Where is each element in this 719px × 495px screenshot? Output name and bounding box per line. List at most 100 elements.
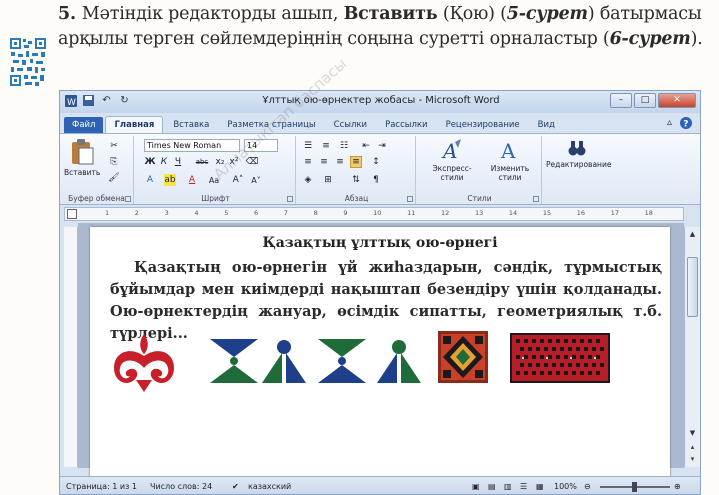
zoom-slider-thumb[interactable] [632, 482, 637, 492]
ruler-number: 18 [644, 209, 653, 217]
ornament-carpet-pattern-image[interactable] [510, 333, 610, 383]
document-page[interactable]: Қазақтың ұлттық ою-өрнегі Қазақтың ою-өр… [90, 227, 670, 487]
ornament-ram-horn-image[interactable] [110, 332, 178, 394]
font-color-icon[interactable]: A [186, 174, 198, 186]
numbering-icon[interactable]: ≡ [320, 140, 332, 152]
word-window: W ↶ ↻ Ұлттық ою-өрнектер жобасы - Micros… [59, 90, 701, 495]
font-launcher-icon[interactable] [287, 196, 293, 202]
clipboard-launcher-icon[interactable] [125, 196, 131, 202]
decrease-indent-icon[interactable]: ⇤ [360, 140, 372, 152]
font-name-box[interactable]: Times New Roman [144, 139, 240, 152]
shrink-font-icon[interactable]: A˅ [250, 174, 262, 186]
font-group: Times New Roman 14 Ж К Ч abc x₂ x² ⌫ A a… [136, 136, 296, 204]
zoom-out-icon[interactable]: ⊖ [584, 482, 591, 491]
tab-insert[interactable]: Вставка [165, 117, 217, 133]
scroll-thumb[interactable] [687, 257, 698, 317]
ruler-number: 6 [253, 209, 259, 217]
sort-icon[interactable]: ⇅ [350, 174, 362, 186]
paste-button[interactable]: Вставить [64, 138, 100, 177]
ornament-triangles-green-image[interactable] [318, 339, 366, 383]
vertical-scrollbar[interactable]: ▲ ▼ ▴ ▾ [684, 227, 700, 467]
help-icon[interactable]: ? [679, 116, 692, 129]
styles-launcher-icon[interactable] [533, 196, 539, 202]
view-outline-icon[interactable]: ☰ [520, 482, 527, 491]
justify-icon[interactable]: ≡ [350, 156, 362, 168]
page-root: 5. Мәтіндік редакторды ашып, Вставить (Қо… [0, 0, 719, 495]
scroll-up-icon[interactable]: ▲ [687, 229, 698, 240]
document-heading: Қазақтың ұлттық ою-өрнегі [262, 235, 498, 251]
view-draft-icon[interactable]: ▦ [536, 482, 544, 491]
shading-icon[interactable]: ◈ [302, 174, 314, 186]
italic-icon[interactable]: К [158, 156, 170, 168]
strikethrough-icon[interactable]: abc [196, 156, 209, 168]
ribbon: Вставить ✂ ⎘ 🖌 Буфер обмена Times New Ro… [60, 133, 700, 205]
tab-mailings[interactable]: Рассылки [377, 117, 435, 133]
status-language[interactable]: казахский [248, 482, 291, 491]
underline-icon[interactable]: Ч [172, 156, 184, 168]
ruler-numbers: 1 2 3 4 5 6 7 8 9 10 11 12 13 14 15 16 17 18 [105, 209, 653, 217]
tab-review[interactable]: Рецензирование [438, 117, 528, 133]
minimize-button[interactable]: – [610, 93, 632, 108]
align-right-icon[interactable]: ≡ [334, 156, 346, 168]
increase-indent-icon[interactable]: ⇥ [376, 140, 388, 152]
line-spacing-icon[interactable]: ↕ [370, 156, 382, 168]
tab-selector-icon[interactable] [67, 209, 77, 219]
ruler-number: 10 [373, 209, 382, 217]
ornament-triangles-mixed-image[interactable] [375, 339, 423, 383]
editing-button[interactable]: Редактирование [546, 138, 611, 169]
ornament-triangles-side-image[interactable] [260, 339, 308, 383]
show-marks-icon[interactable]: ¶ [370, 174, 382, 186]
maximize-button[interactable]: □ [634, 93, 656, 108]
borders-icon[interactable]: ⊞ [322, 174, 334, 186]
change-case-icon[interactable]: Aa [208, 174, 220, 186]
tab-page-layout[interactable]: Разметка страницы [219, 117, 323, 133]
status-page[interactable]: Страница: 1 из 1 [66, 482, 137, 491]
subscript-icon[interactable]: x₂ [214, 156, 226, 168]
format-painter-icon[interactable]: 🖌 [108, 172, 120, 184]
express-styles-button[interactable]: A Экспресс-стили [422, 138, 482, 182]
bullets-icon[interactable]: ☰ [302, 140, 314, 152]
font-size-box[interactable]: 14 [244, 139, 278, 152]
multilevel-list-icon[interactable]: ☷ [338, 140, 350, 152]
proofing-icon[interactable]: ✔ [232, 482, 239, 491]
tab-home[interactable]: Главная [105, 116, 164, 133]
align-left-icon[interactable]: ≡ [302, 156, 314, 168]
svg-text:A: A [500, 139, 516, 162]
previous-page-icon[interactable]: ▴ [687, 442, 698, 453]
ruler-number: 5 [224, 209, 229, 217]
paragraph-launcher-icon[interactable] [407, 196, 413, 202]
status-word-count[interactable]: Число слов: 24 [150, 482, 212, 491]
horizontal-ruler[interactable]: 1 2 3 4 5 6 7 8 9 10 11 12 13 14 15 16 17 18 [64, 207, 684, 221]
status-zoom[interactable]: 100% [554, 482, 577, 491]
tab-file[interactable]: Файл [64, 117, 104, 133]
ornament-triangles-navy-image[interactable] [210, 339, 258, 383]
next-page-icon[interactable]: ▾ [687, 454, 698, 465]
ruler-number: 8 [313, 209, 318, 217]
highlight-icon[interactable]: ab [164, 174, 176, 186]
document-area[interactable]: Қазақтың ұлттық ою-өрнегі Қазақтың ою-өр… [78, 223, 684, 487]
change-styles-button[interactable]: A Изменить стили [484, 138, 536, 182]
zoom-in-icon[interactable]: ⊕ [674, 482, 681, 491]
grow-font-icon[interactable]: A˄ [232, 174, 244, 186]
view-web-icon[interactable]: ▥ [504, 482, 512, 491]
clear-format-icon[interactable]: ⌫ [246, 156, 259, 168]
view-full-screen-icon[interactable]: ▤ [488, 482, 496, 491]
ribbon-tabs: Файл Главная Вставка Разметка страницы С… [60, 113, 700, 133]
close-button[interactable]: ✕ [658, 93, 696, 108]
superscript-icon[interactable]: x² [228, 156, 240, 168]
ruler-number: 13 [474, 209, 484, 217]
text-effects-icon[interactable]: A [144, 174, 156, 186]
collapse-ribbon-icon[interactable]: ▵ [663, 116, 676, 129]
tab-view[interactable]: Вид [530, 117, 563, 133]
paste-icon [72, 139, 94, 165]
cut-icon[interactable]: ✂ [108, 140, 120, 152]
align-center-icon[interactable]: ≡ [318, 156, 330, 168]
view-print-layout-icon[interactable]: ▣ [472, 482, 480, 491]
tab-references[interactable]: Ссылки [326, 117, 375, 133]
ornament-square-pattern-image[interactable] [438, 331, 488, 383]
binoculars-icon [568, 141, 586, 156]
bold-icon[interactable]: Ж [144, 156, 156, 168]
title-bar: W ↶ ↻ Ұлттық ою-өрнектер жобасы - Micros… [60, 91, 700, 113]
copy-icon[interactable]: ⎘ [108, 156, 120, 168]
scroll-down-icon[interactable]: ▼ [687, 428, 698, 439]
